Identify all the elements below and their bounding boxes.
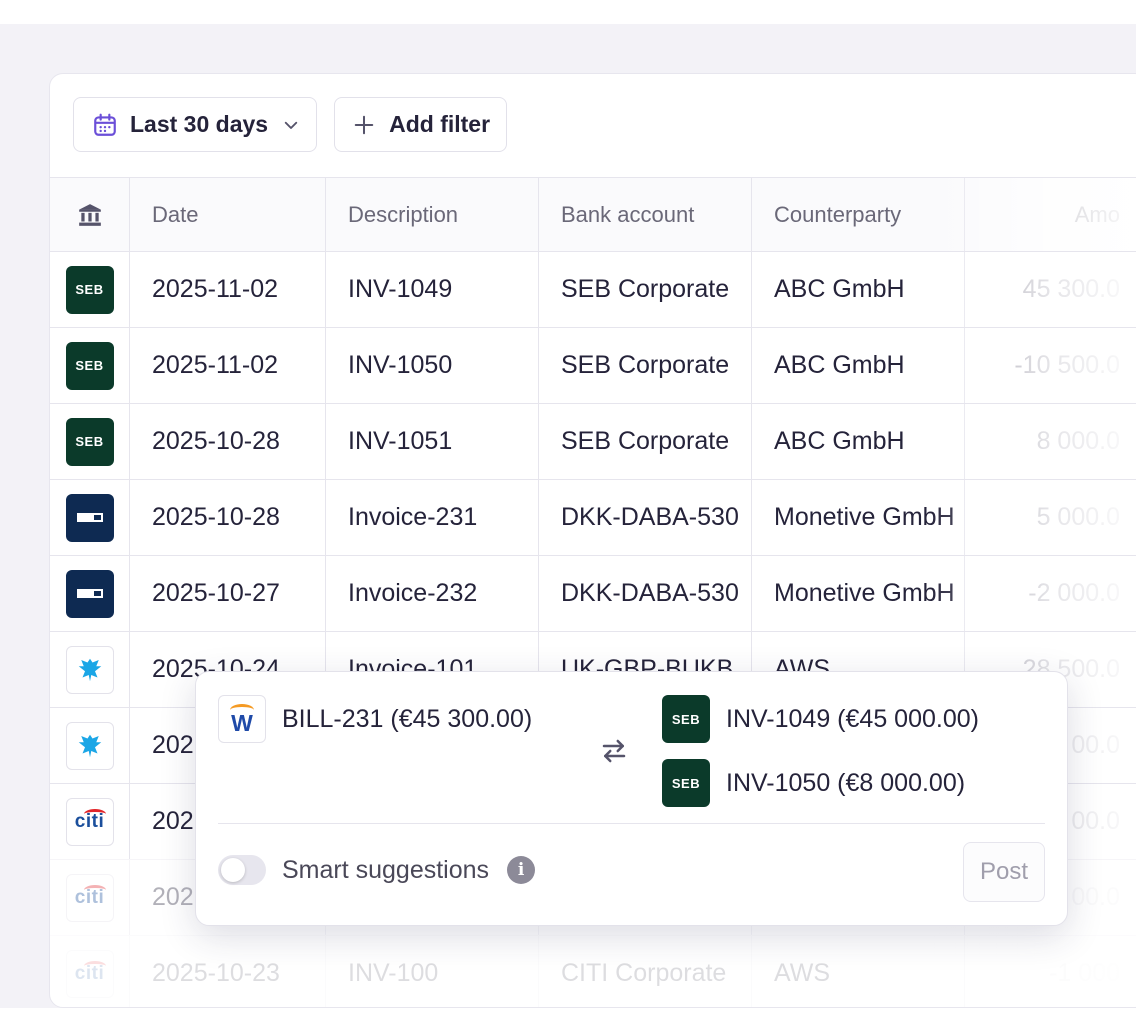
top-edge xyxy=(0,0,1136,24)
table-header-row: Date Description Bank account Counterpar… xyxy=(50,177,1136,251)
bank-account-cell: SEB Corporate xyxy=(539,404,752,479)
popup-footer: Smart suggestions i xyxy=(218,855,536,885)
chevron-down-icon xyxy=(284,121,298,129)
bill-label: BILL-231 (€45 300.00) xyxy=(282,704,533,733)
barclays-eagle-icon xyxy=(78,658,101,681)
seb-logo: SEB xyxy=(65,417,114,466)
matched-invoices: SEB INV-1049 (€45 000.00) SEB INV-1050 (… xyxy=(662,695,979,807)
description-cell: INV-1050 xyxy=(326,328,539,403)
danske-icon xyxy=(76,589,103,598)
swap-arrows-icon xyxy=(602,739,626,763)
matched-invoice-item[interactable]: SEB INV-1049 (€45 000.00) xyxy=(662,695,979,743)
counterparty-cell: Monetive GmbH xyxy=(752,480,965,555)
date-cell: 2025-10-23 xyxy=(130,936,326,1007)
workday-logo: W xyxy=(218,695,266,743)
info-icon[interactable]: i xyxy=(507,856,536,884)
column-header-amount[interactable]: Amo xyxy=(965,178,1136,251)
danske-bank-logo xyxy=(65,569,114,618)
citi-logo: citi xyxy=(65,797,114,846)
match-popup: W BILL-231 (€45 300.00) SEB INV-1049 (€4… xyxy=(195,671,1068,926)
bank-icon xyxy=(78,203,101,226)
date-cell: 2025-11-02 xyxy=(130,252,326,327)
amount-cell: 5 000.0 xyxy=(1036,503,1120,531)
barclays-eagle-icon xyxy=(78,734,101,757)
description-cell: Invoice-231 xyxy=(326,480,539,555)
counterparty-cell: ABC GmbH xyxy=(752,252,965,327)
popup-divider xyxy=(218,823,1045,824)
danske-icon xyxy=(76,513,103,522)
citi-logo: citi xyxy=(65,949,114,998)
barclays-logo xyxy=(65,721,114,770)
date-cell: 2025-11-02 xyxy=(130,328,326,403)
add-filter-label: Add filter xyxy=(389,111,491,137)
amount-cell: 8 000.0 xyxy=(1036,427,1120,455)
matched-invoice-label: INV-1049 (€45 000.00) xyxy=(726,704,979,733)
bank-column-header[interactable] xyxy=(50,178,130,251)
table-row[interactable]: SEB 2025-11-02 INV-1050 SEB Corporate AB… xyxy=(50,327,1136,403)
seb-logo: SEB xyxy=(662,759,710,807)
bank-account-cell: SEB Corporate xyxy=(539,252,752,327)
danske-bank-logo xyxy=(65,493,114,542)
amount-cell: 45 300.0 xyxy=(1022,275,1120,303)
citi-arc-icon xyxy=(83,884,106,895)
counterparty-cell: Monetive GmbH xyxy=(752,556,965,631)
citi-arc-icon xyxy=(83,808,106,819)
table-row[interactable]: SEB 2025-11-02 INV-1049 SEB Corporate AB… xyxy=(50,251,1136,327)
calendar-icon xyxy=(94,113,116,136)
counterparty-cell: ABC GmbH xyxy=(752,404,965,479)
citi-logo: citi xyxy=(65,873,114,922)
bank-account-cell: CITI Corporate xyxy=(539,936,752,1007)
counterparty-cell: AWS xyxy=(752,936,965,1007)
post-button[interactable]: Post xyxy=(962,842,1045,902)
matched-invoice-label: INV-1050 (€8 000.00) xyxy=(726,768,966,797)
description-cell: Invoice-232 xyxy=(326,556,539,631)
filter-toolbar: Last 30 days Add filter xyxy=(73,97,508,152)
table-row[interactable]: 2025-10-27 Invoice-232 DKK-DABA-530 Mone… xyxy=(50,555,1136,631)
matched-invoice-item[interactable]: SEB INV-1050 (€8 000.00) xyxy=(662,759,979,807)
date-range-label: Last 30 days xyxy=(130,111,269,137)
plus-icon xyxy=(354,115,374,134)
bank-account-cell: DKK-DABA-530 xyxy=(539,556,752,631)
seb-logo: SEB xyxy=(662,695,710,743)
citi-arc-icon xyxy=(83,960,106,971)
date-range-dropdown[interactable]: Last 30 days xyxy=(73,97,318,152)
table-row[interactable]: SEB 2025-10-28 INV-1051 SEB Corporate AB… xyxy=(50,403,1136,479)
smart-suggestions-label: Smart suggestions xyxy=(282,855,490,884)
seb-logo: SEB xyxy=(65,265,114,314)
barclays-logo xyxy=(65,645,114,694)
counterparty-cell: ABC GmbH xyxy=(752,328,965,403)
table-row[interactable]: 2025-10-28 Invoice-231 DKK-DABA-530 Mone… xyxy=(50,479,1136,555)
column-header-date[interactable]: Date xyxy=(130,178,326,251)
description-cell: INV-1049 xyxy=(326,252,539,327)
column-header-description[interactable]: Description xyxy=(326,178,539,251)
table-row[interactable]: citi 2025-10-23 INV-100 CITI Corporate A… xyxy=(50,935,1136,1007)
amount-cell: -10 500.0 xyxy=(1014,351,1120,379)
description-cell: INV-1051 xyxy=(326,404,539,479)
add-filter-button[interactable]: Add filter xyxy=(334,97,508,152)
column-header-bank-account[interactable]: Bank account xyxy=(539,178,752,251)
description-cell: INV-100 xyxy=(326,936,539,1007)
bank-account-cell: DKK-DABA-530 xyxy=(539,480,752,555)
smart-suggestions-toggle[interactable] xyxy=(218,855,266,885)
toggle-knob xyxy=(221,858,245,882)
bank-account-cell: SEB Corporate xyxy=(539,328,752,403)
date-cell: 2025-10-28 xyxy=(130,480,326,555)
date-cell: 2025-10-27 xyxy=(130,556,326,631)
amount-cell: -1 000 xyxy=(1049,959,1120,987)
bill-item[interactable]: W BILL-231 (€45 300.00) xyxy=(218,695,532,743)
workday-arc-icon xyxy=(230,704,254,716)
bottom-edge xyxy=(0,1008,1136,1032)
seb-logo: SEB xyxy=(65,341,114,390)
date-cell: 2025-10-28 xyxy=(130,404,326,479)
amount-cell: -2 000.0 xyxy=(1028,579,1120,607)
column-header-counterparty[interactable]: Counterparty xyxy=(752,178,965,251)
